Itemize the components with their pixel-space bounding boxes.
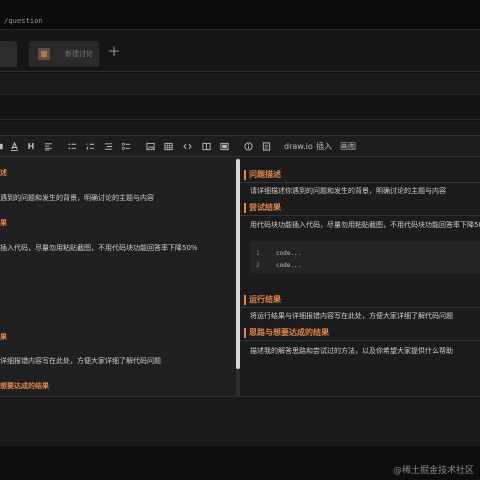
preview-heading-attempt: 尝试结果 [244,202,281,214]
drawio-button[interactable]: draw.io [284,139,313,154]
heading-accent-bar [244,203,246,213]
info-icon [243,142,253,151]
title-input-band[interactable] [0,96,480,120]
preview-heading-label: 尝试结果 [249,203,281,212]
browser-top-bar: /question [0,0,480,30]
align-left-icon [44,143,52,151]
image-icon [145,142,155,151]
markdown-preview: 问题描述 请详细描述你遇到的问题和发生的背景，明确讨论的主题与内容 尝试结果 用… [240,157,480,396]
favicon-icon [38,48,50,60]
heading-accent-bar [244,328,246,338]
heading-accent-bar [244,295,246,305]
task-list-button[interactable] [120,139,132,154]
tab-new-discussion[interactable]: 新建讨论 [29,41,99,67]
tags-band [0,121,480,135]
code-line-number: 2 [256,262,260,269]
split-view-icon [201,142,211,151]
code-line: 2 code... [256,262,301,269]
preview-heading-approach: 思路与想要达成的结果 [244,327,329,339]
add-tab-button[interactable]: + [106,43,122,59]
preview-text-result: 将运行结果与详细报错内容写在此处，方便大家详细了解代码问题 [250,312,453,320]
font-color-icon [10,141,18,151]
preview-heading-problem: 问题描述 [244,169,281,181]
draw-button[interactable]: 画图 [340,139,356,154]
code-icon [182,143,192,150]
code-line: 1 code... [256,250,301,257]
template-button[interactable] [260,139,272,154]
code-line-text: code... [276,262,302,269]
insert-button[interactable]: 插入 [316,139,332,154]
preview-text-approach: 描述我的解答思路和尝试过的方法，以及你希望大家提供什么帮助 [250,347,453,355]
preview-heading-label: 运行结果 [249,295,281,304]
heading-underline [240,215,480,216]
help-button[interactable] [242,139,254,154]
ordered-list-button[interactable] [84,139,96,154]
font-color-button[interactable] [8,139,20,154]
editor-text-2: 插入代码，尽量勿用粘贴截图，不用代码块功能回答率下降50% [0,244,198,252]
image-button[interactable] [144,139,156,154]
code-line-number: 1 [256,250,260,257]
url-text[interactable]: /question [4,17,43,25]
table-button[interactable] [162,139,174,154]
markdown-editor[interactable]: 述 遇到的问题和发生的背景，明确讨论的主题与内容 果 插入代码，尽量勿用粘贴截图… [0,157,236,396]
code-line-text: code... [276,250,302,257]
page-footer: @稀土掘金技术社区 [0,446,480,480]
unordered-list-button[interactable] [66,139,78,154]
ordered-list-icon [85,143,94,150]
tab-bar: 新建讨论 + [0,30,480,72]
code-button[interactable] [180,139,194,154]
bullet-list-icon [68,143,76,150]
editor-toolbar: H draw.io 插入 画图 [0,135,480,157]
editor-bottom-area [0,396,480,446]
page-header-band [0,73,480,95]
preview-split-button[interactable] [200,139,212,154]
indent-list-button[interactable] [102,139,114,154]
editor-heading-1: 述 [0,169,7,177]
editor-text-3: 详细报错内容写在此处，方便大家详细了解代码问题 [0,357,161,365]
preview-text-problem: 请详细描述你遇到的问题和发生的背景，明确讨论的主题与内容 [250,187,446,195]
editor-heading-4: 想要达成的结果 [0,382,49,390]
code-block: 1 code... 2 code... [250,241,480,273]
fullscreen-button[interactable] [218,139,230,154]
heading-button[interactable]: H [25,139,37,154]
heading-underline [240,182,480,183]
tab-label: 新建讨论 [65,50,93,58]
align-button[interactable] [42,139,54,154]
heading-underline [240,307,480,308]
heading-accent-bar [244,170,246,180]
document-icon [262,142,270,151]
editor-heading-3: 果 [0,333,7,341]
preview-heading-result: 运行结果 [244,294,281,306]
panel-icon [219,142,229,151]
preview-text-attempt: 用代码块功能插入代码，尽量勿用粘贴截图，不用代码块功能回答率下降50% [250,221,480,229]
watermark-text: @稀土掘金技术社区 [392,466,474,476]
tab-previous[interactable] [0,41,17,67]
editor-text-1: 遇到的问题和发生的背景，明确讨论的主题与内容 [0,194,154,202]
heading-underline [240,340,480,341]
list-indent-icon [104,143,112,150]
toolbar-edge-icon[interactable] [0,139,6,154]
preview-heading-label: 问题描述 [249,170,281,179]
preview-heading-label: 思路与想要达成的结果 [249,328,329,337]
task-list-icon [121,143,130,150]
table-icon [163,142,173,151]
editor-heading-2: 果 [0,219,7,227]
